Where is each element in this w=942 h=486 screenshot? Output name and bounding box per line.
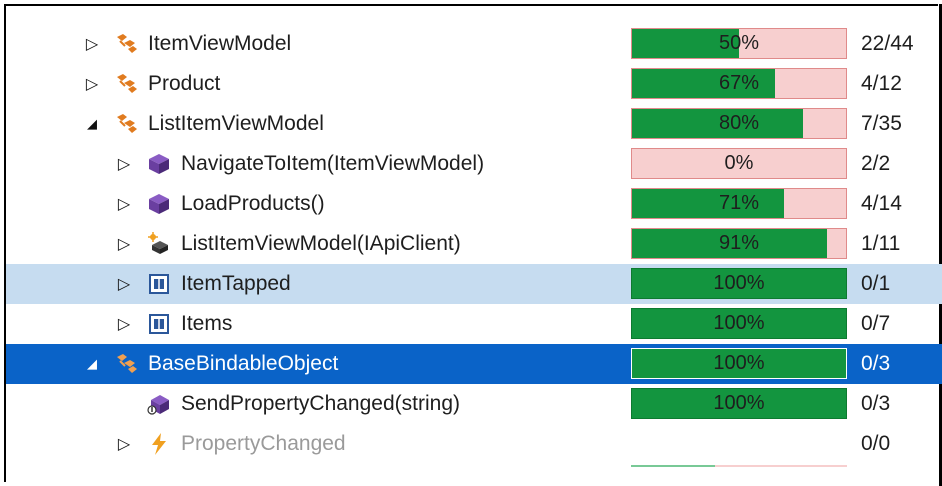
expand-arrow-icon[interactable]: ▷ <box>114 152 134 176</box>
coverage-percent: 0% <box>724 152 754 174</box>
property-icon <box>149 314 169 334</box>
tree-row-constructor[interactable]: ▷ ListItemViewModel(IApiClient) 91% 1/11 <box>6 224 942 264</box>
class-icon <box>117 74 137 93</box>
expand-arrow-icon[interactable]: ▷ <box>114 312 134 336</box>
tree-row-items[interactable]: ▷ Items 100% 0/7 <box>6 304 942 344</box>
uncovered-count: 0/1 <box>861 272 891 295</box>
expand-arrow-icon[interactable]: ▷ <box>82 72 102 96</box>
tree-row-propertychanged[interactable]: ▷ PropertyChanged 0/0 <box>6 424 942 464</box>
tree-row-label: Product <box>148 72 221 95</box>
tree-row-label: Items <box>181 312 233 335</box>
partial-coverage-bar <box>631 465 847 467</box>
tree-row-label: LoadProducts() <box>181 192 325 215</box>
tree-row-label: BaseBindableObject <box>148 352 339 375</box>
coverage-percent: 67% <box>718 72 760 94</box>
tree-row-label: ListItemViewModel <box>148 112 324 135</box>
uncovered-count: 4/14 <box>861 192 902 215</box>
coverage-bar: 71% <box>631 188 847 219</box>
coverage-bar: 91% <box>631 228 847 259</box>
coverage-percent: 91% <box>718 232 760 254</box>
uncovered-count: 7/35 <box>861 112 902 135</box>
tree-row-label: ListItemViewModel(IApiClient) <box>181 232 461 255</box>
class-icon <box>117 114 137 133</box>
tree-row-product[interactable]: ▷ Product 67% 4/12 <box>6 64 942 104</box>
uncovered-count: 2/2 <box>861 152 891 175</box>
method-icon <box>149 194 169 214</box>
class-icon <box>117 34 137 53</box>
coverage-percent: 80% <box>718 112 760 134</box>
expand-arrow-icon[interactable]: ▷ <box>114 232 134 256</box>
method-icon <box>149 154 169 174</box>
tree-row-navigatetoitem[interactable]: ▷ NavigateToItem(ItemViewModel) 0% 2/2 <box>6 144 942 184</box>
expand-arrow-icon[interactable]: ▷ <box>82 32 102 56</box>
coverage-bar: 80% <box>631 108 847 139</box>
coverage-bar: 67% <box>631 68 847 99</box>
coverage-percent: 71% <box>718 192 760 214</box>
uncovered-count: 22/44 <box>861 32 914 55</box>
coverage-percent: 100% <box>713 272 765 294</box>
coverage-percent: 100% <box>713 392 765 414</box>
coverage-bar: 100% <box>631 348 847 379</box>
coverage-bar: 100% <box>631 308 847 339</box>
uncovered-count: 0/3 <box>861 352 891 375</box>
expand-arrow-icon[interactable]: ▷ <box>114 432 134 456</box>
uncovered-count: 0/7 <box>861 312 891 335</box>
coverage-percent: 100% <box>713 352 765 374</box>
coverage-fill <box>631 465 715 467</box>
coverage-percent: 50% <box>718 32 760 54</box>
tree-row-label: SendPropertyChanged(string) <box>181 392 460 415</box>
uncovered-count: 4/12 <box>861 72 902 95</box>
constructor-icon <box>148 232 168 254</box>
tree-row-label: ItemViewModel <box>148 32 292 55</box>
collapse-arrow-icon[interactable]: ◢ <box>82 112 102 136</box>
tree-row-itemviewmodel[interactable]: ▷ ItemViewModel 50% 22/44 <box>6 24 942 64</box>
expand-arrow-icon[interactable]: ▷ <box>114 272 134 296</box>
collapse-arrow-icon[interactable]: ◢ <box>82 352 102 376</box>
tree-row-label: PropertyChanged <box>181 432 346 455</box>
coverage-bar: 50% <box>631 28 847 59</box>
expand-arrow-icon[interactable]: ▷ <box>114 192 134 216</box>
coverage-bar: 100% <box>631 268 847 299</box>
uncovered-count: 0/3 <box>861 392 891 415</box>
tree-row-sendpropertychanged[interactable]: SendPropertyChanged(string) 100% 0/3 <box>6 384 942 424</box>
tree-row-loadproducts[interactable]: ▷ LoadProducts() 71% 4/14 <box>6 184 942 224</box>
class-icon <box>117 354 137 373</box>
property-icon <box>149 274 169 294</box>
protected-method-icon <box>147 395 169 415</box>
coverage-bar: 0% <box>631 148 847 179</box>
tree-row-listitemviewmodel[interactable]: ◢ ListItemViewModel 80% 7/35 <box>6 104 942 144</box>
event-icon <box>152 433 166 455</box>
uncovered-count: 1/11 <box>861 232 901 255</box>
tree-row-basebindableobject[interactable]: ◢ BaseBindableObject 100% 0/3 <box>6 344 942 384</box>
coverage-bar: 100% <box>631 388 847 419</box>
tree-row-label: NavigateToItem(ItemViewModel) <box>181 152 485 175</box>
coverage-percent: 100% <box>713 312 765 334</box>
tree-row-label: ItemTapped <box>181 272 291 295</box>
tree-row-itemtapped[interactable]: ▷ ItemTapped 100% 0/1 <box>6 264 942 304</box>
uncovered-count: 0/0 <box>861 432 891 455</box>
